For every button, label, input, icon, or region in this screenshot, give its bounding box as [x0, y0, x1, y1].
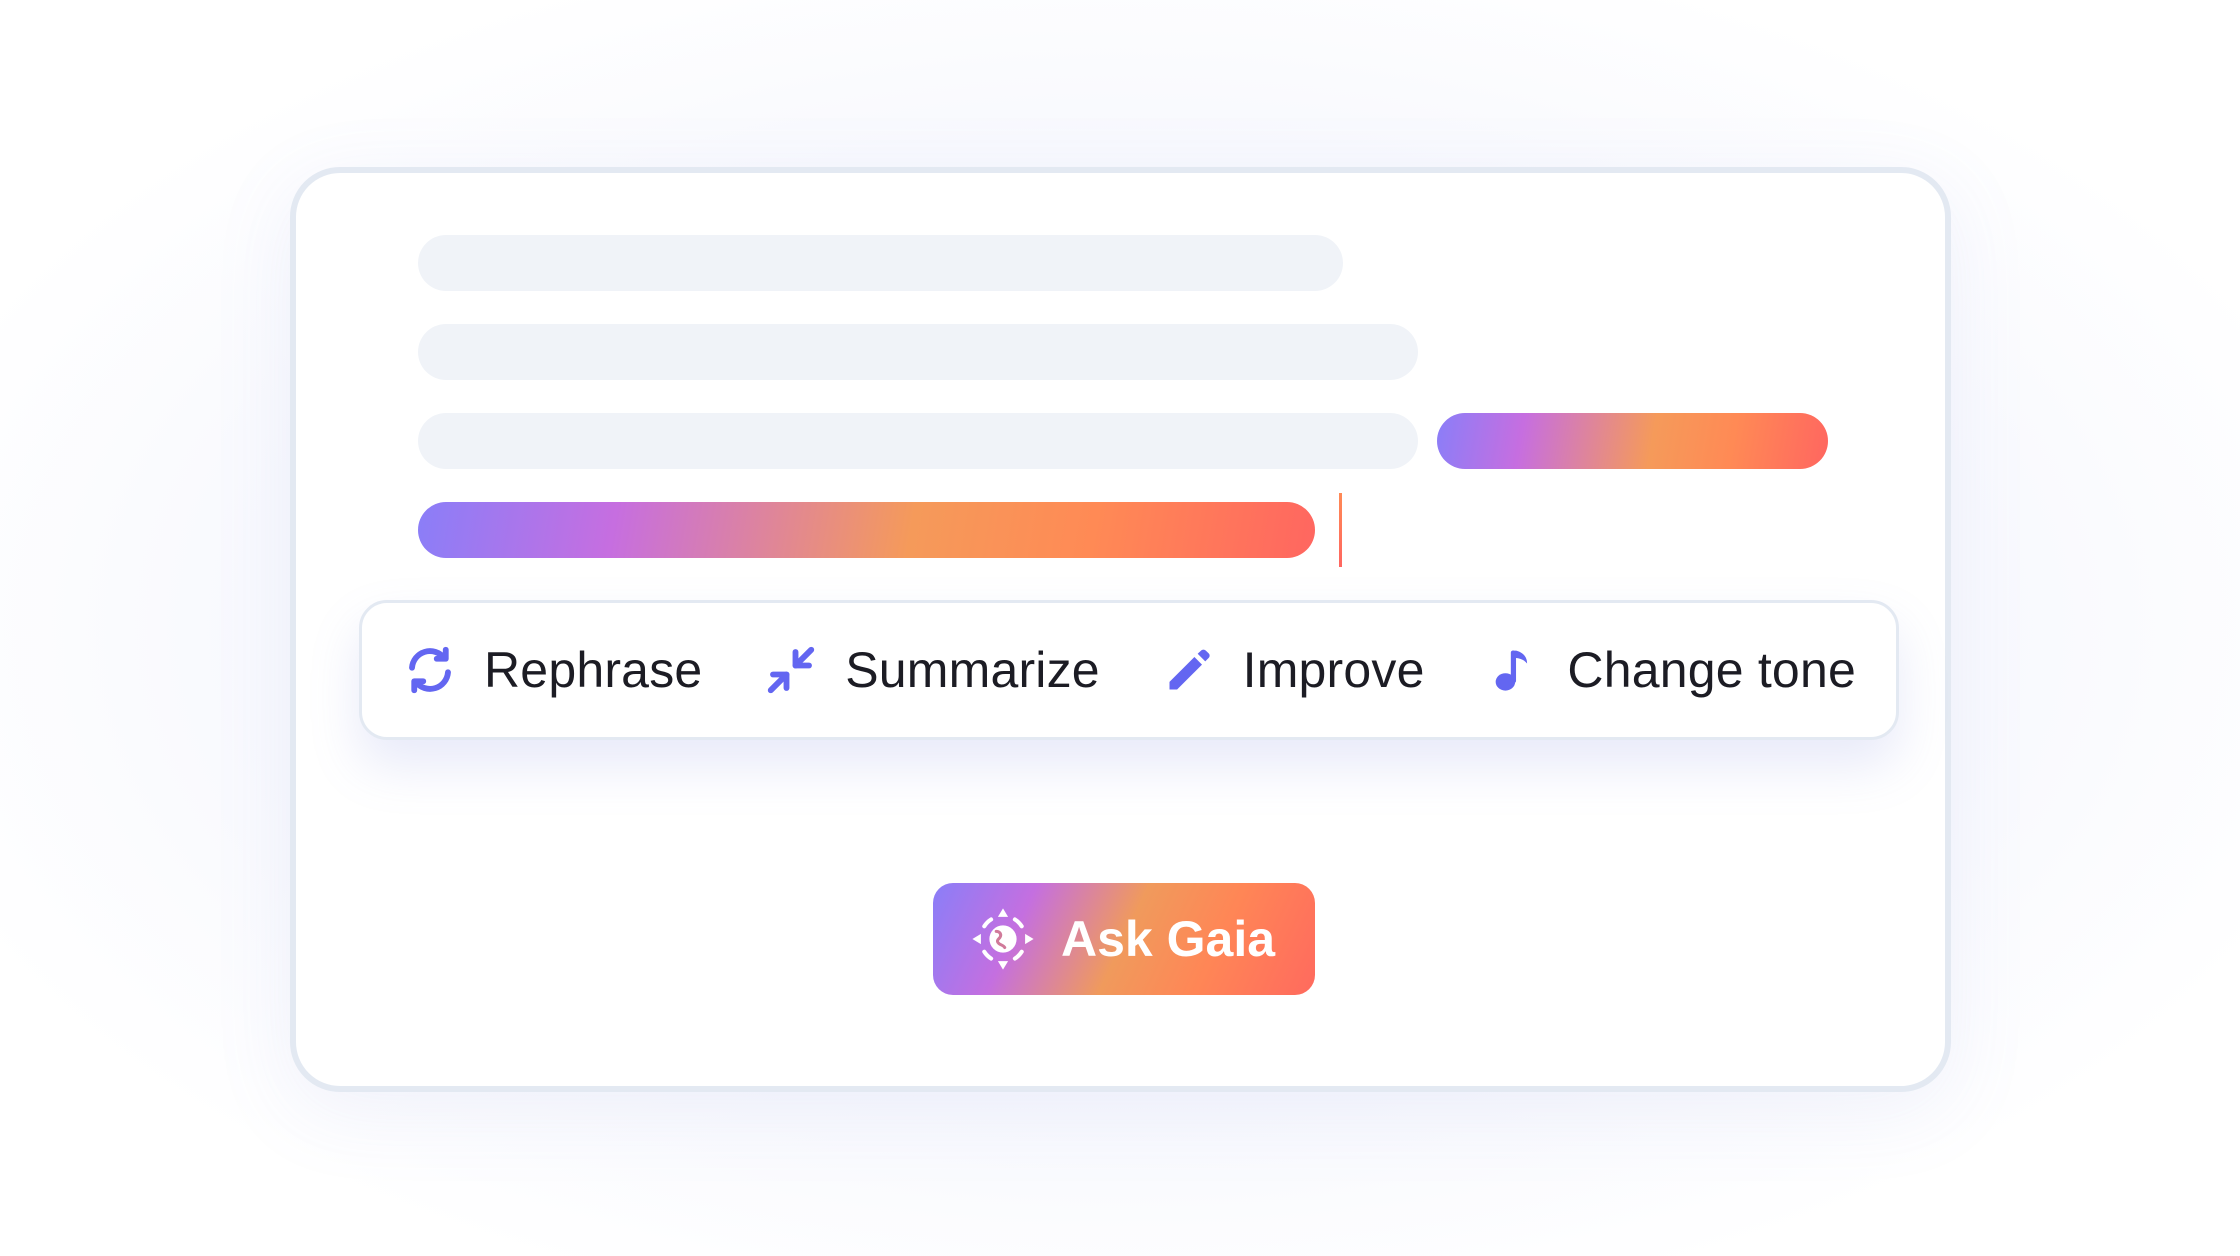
- ask-gaia-label: Ask Gaia: [1061, 911, 1276, 967]
- text-caret: [1339, 493, 1342, 567]
- editor-card: Rephrase Summarize Improve Change tone A…: [290, 167, 1951, 1092]
- text-line-placeholder: [418, 413, 1418, 469]
- rephrase-button[interactable]: Rephrase: [402, 641, 702, 699]
- text-line-placeholder: [418, 324, 1418, 380]
- ai-actions-toolbar: Rephrase Summarize Improve Change tone: [359, 600, 1899, 740]
- summarize-button[interactable]: Summarize: [763, 641, 1100, 699]
- ask-gaia-button[interactable]: Ask Gaia: [933, 883, 1315, 995]
- gaia-logo-icon: [969, 905, 1037, 973]
- stage: Rephrase Summarize Improve Change tone A…: [0, 0, 2240, 1256]
- selected-text-highlight[interactable]: [418, 502, 1315, 558]
- selected-text-highlight[interactable]: [1437, 413, 1828, 469]
- improve-label: Improve: [1242, 642, 1425, 698]
- change-tone-button[interactable]: Change tone: [1485, 641, 1856, 699]
- pencil-icon: [1161, 642, 1217, 698]
- refresh-icon: [402, 642, 458, 698]
- improve-button[interactable]: Improve: [1161, 641, 1425, 699]
- change-tone-label: Change tone: [1567, 642, 1856, 698]
- text-line-placeholder: [418, 235, 1343, 291]
- summarize-label: Summarize: [845, 642, 1100, 698]
- collapse-arrows-icon: [763, 642, 819, 698]
- rephrase-label: Rephrase: [484, 642, 703, 698]
- music-note-icon: [1485, 642, 1541, 698]
